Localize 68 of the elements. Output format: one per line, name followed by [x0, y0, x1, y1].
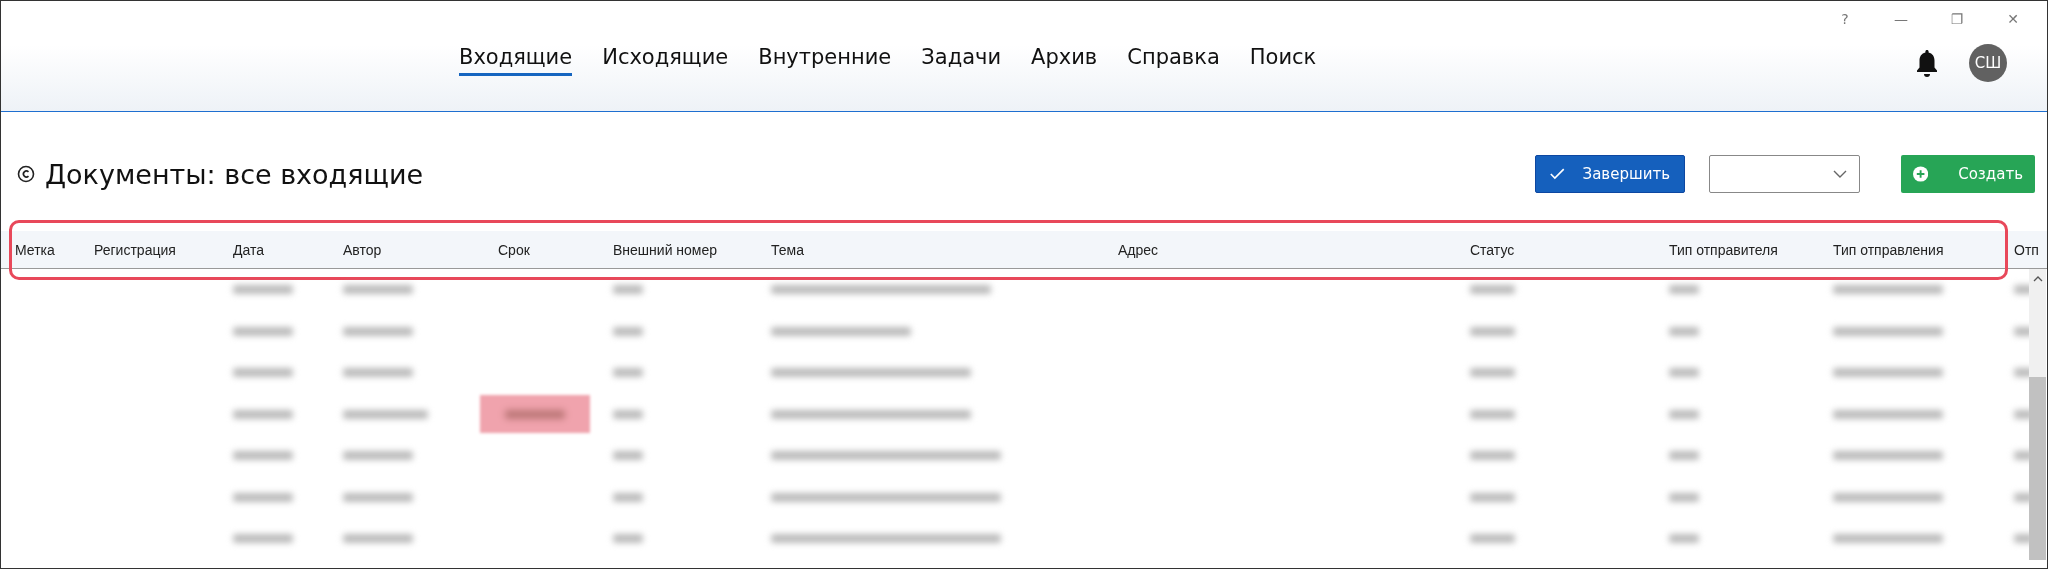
blurred-text	[1470, 534, 1515, 544]
blurred-text	[1669, 451, 1699, 461]
blurred-text	[613, 285, 643, 295]
blurred-text	[343, 326, 413, 336]
blurred-text	[233, 534, 293, 544]
dropdown-field[interactable]	[1709, 155, 1860, 193]
blurred-text	[343, 451, 413, 461]
blurred-text	[1470, 451, 1515, 461]
bell-icon[interactable]	[1915, 48, 1939, 78]
blurred-text	[1669, 492, 1699, 502]
blurred-text	[343, 492, 413, 502]
nav-tab[interactable]: Справка	[1127, 40, 1220, 76]
blurred-text	[1470, 492, 1515, 502]
blurred-text	[613, 451, 643, 461]
copyright-icon	[17, 165, 35, 183]
column-header[interactable]: Регистрация	[94, 241, 233, 258]
blurred-text	[233, 326, 293, 336]
column-header[interactable]: Автор	[343, 241, 498, 258]
blurred-text	[1669, 326, 1699, 336]
column-header[interactable]: Внешний номер	[613, 241, 771, 258]
column-header[interactable]: Тип отправления	[1833, 241, 2014, 258]
column-header[interactable]: Метка	[15, 241, 94, 258]
blurred-text	[233, 451, 293, 461]
blurred-text	[1669, 368, 1699, 378]
blurred-text	[613, 368, 643, 378]
check-icon	[1550, 167, 1565, 181]
plus-circle-icon	[1913, 166, 1929, 182]
column-header[interactable]: Отп	[2014, 241, 2047, 258]
column-header[interactable]: Дата	[233, 241, 343, 258]
blurred-text	[1669, 285, 1699, 295]
column-header[interactable]: Адрес	[1118, 241, 1470, 258]
blurred-text	[613, 326, 643, 336]
blurred-text	[343, 285, 413, 295]
blurred-text	[233, 285, 293, 295]
scrollbar[interactable]	[2029, 269, 2046, 560]
nav-tab[interactable]: Архив	[1031, 40, 1098, 76]
column-header[interactable]: Статус	[1470, 241, 1669, 258]
blurred-text	[1470, 285, 1515, 295]
window-control[interactable]: ?	[1821, 7, 1869, 31]
blurred-text	[613, 492, 643, 502]
blurred-text	[1470, 409, 1515, 419]
page-title: Документы: все входящие	[45, 158, 424, 190]
blurred-text	[233, 409, 293, 419]
scroll-up-icon[interactable]	[2032, 275, 2043, 283]
blurred-text	[1470, 326, 1515, 336]
user-avatar[interactable]: СШ	[1969, 44, 2007, 82]
nav-tab[interactable]: Задачи	[921, 40, 1002, 76]
window-control[interactable]: —	[1877, 7, 1925, 31]
blurred-text	[343, 368, 413, 378]
nav-tab[interactable]: Внутренние	[758, 40, 892, 76]
blurred-text	[613, 534, 643, 544]
window-control[interactable]: ✕	[1989, 7, 2037, 31]
column-header[interactable]: Тип отправителя	[1669, 241, 1833, 258]
column-header[interactable]: Тема	[771, 241, 1118, 258]
blurred-text	[1470, 368, 1515, 378]
blurred-text	[233, 492, 293, 502]
window-control[interactable]: ❐	[1933, 7, 1981, 31]
nav-tab[interactable]: Входящие	[459, 40, 573, 76]
column-header[interactable]: Срок	[498, 241, 613, 258]
blurred-text	[1669, 534, 1699, 544]
blurred-text	[1669, 409, 1699, 419]
blurred-text	[613, 409, 643, 419]
chevron-down-icon	[1833, 170, 1847, 178]
nav-tab[interactable]: Поиск	[1249, 40, 1317, 76]
nav-tab[interactable]: Исходящие	[602, 40, 729, 76]
finish-button[interactable]: Завершить	[1535, 155, 1685, 193]
blurred-text	[343, 534, 413, 544]
blurred-text	[233, 368, 293, 378]
